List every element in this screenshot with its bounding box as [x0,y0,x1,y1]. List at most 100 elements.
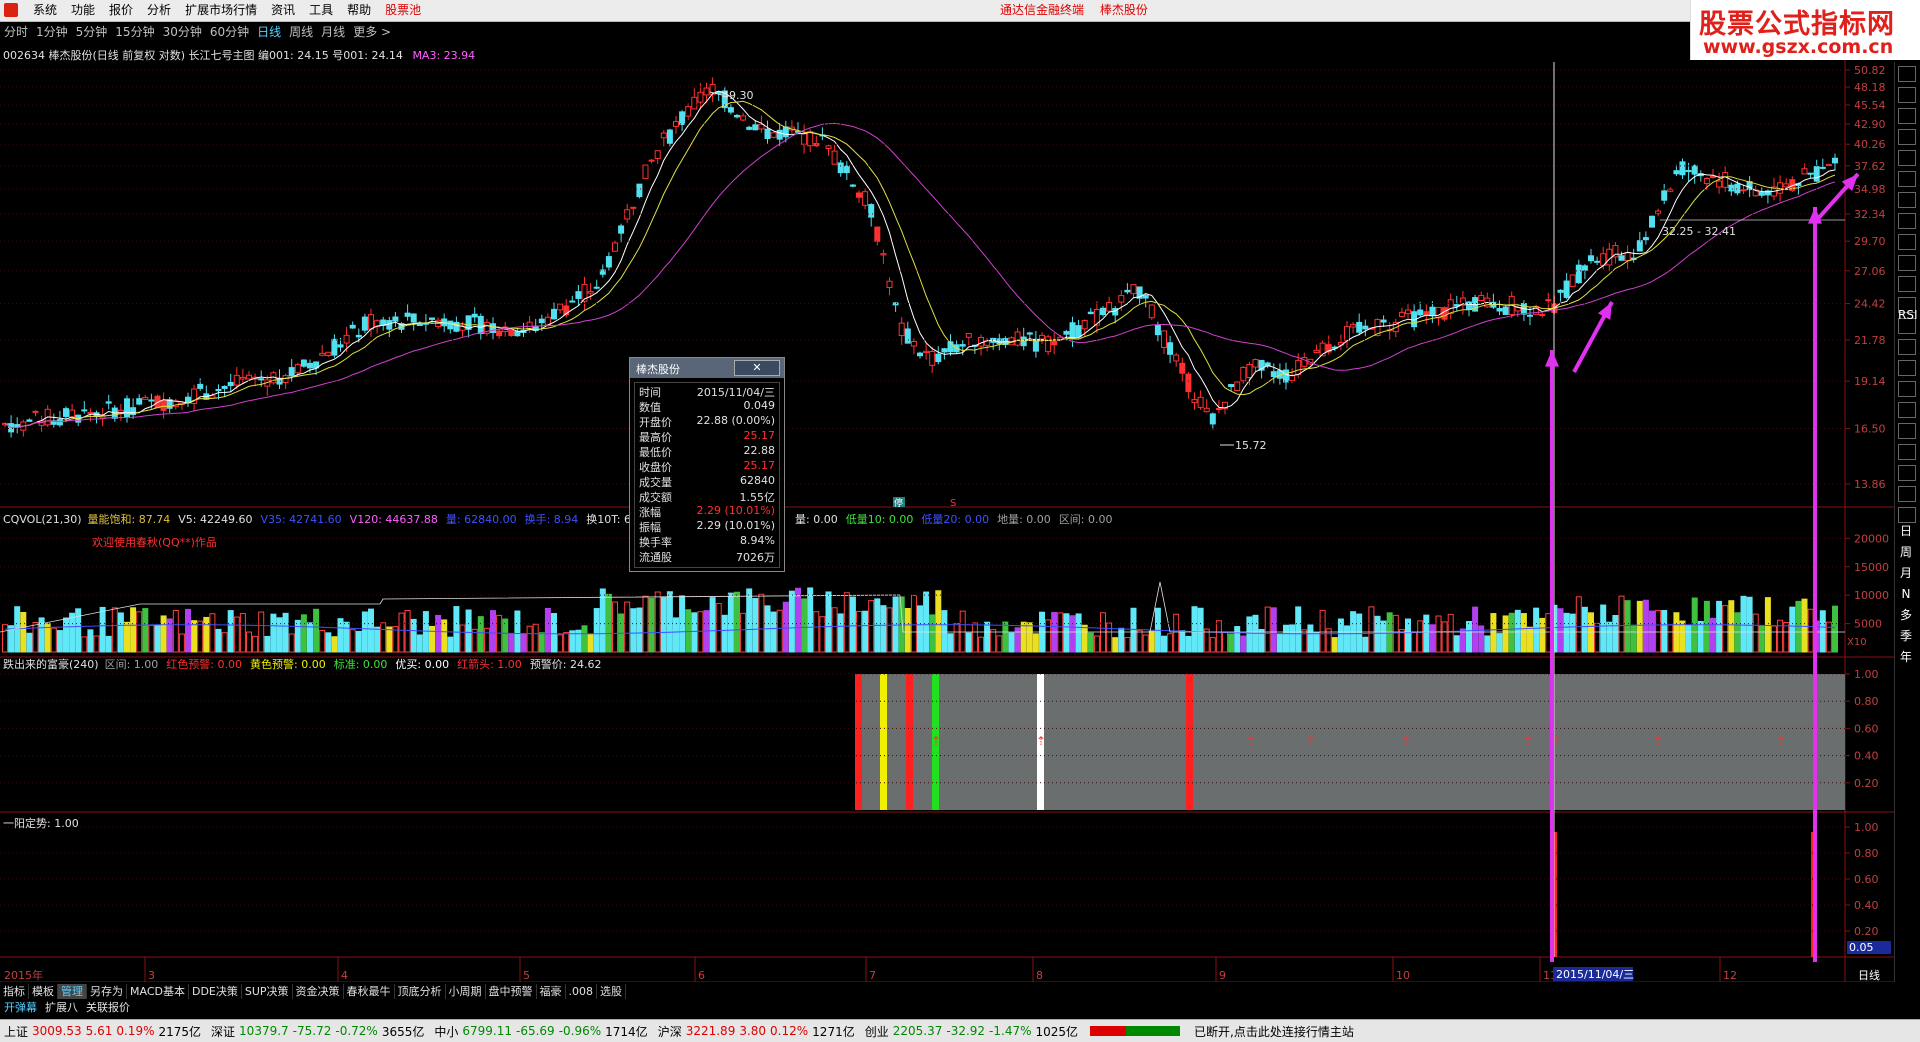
red-arrow-icon: ⇡ [1653,734,1663,748]
data-window-popup[interactable]: 棒杰股份 ✕ 时间 2015/11/04/三 数值 0.049 开盘价 22.88 (0.… [629,357,785,572]
toolbar-icon[interactable] [1898,381,1916,397]
period-tab[interactable]: 日线 [253,22,285,42]
volume-bar [1392,614,1399,653]
candle [1679,161,1686,176]
indicator-tab[interactable]: 选股 [597,984,627,999]
popup-row-label: 时间 [639,386,661,399]
indicator-tab[interactable]: MACD基本 [127,984,189,999]
extra-tab[interactable]: 开弹幕 [0,1000,41,1015]
menu-item[interactable]: 资讯 [264,0,302,21]
candle [776,129,783,140]
volume-bar [477,616,484,653]
toolbar-icon[interactable] [1898,465,1916,481]
toolbar-icon[interactable] [1898,423,1916,439]
menu-item[interactable]: 股票池 [378,0,428,21]
toolbar-label[interactable]: 多 [1898,608,1914,622]
indicator-tab[interactable]: 盘中预警 [486,984,537,999]
toolbar-icon[interactable] [1898,234,1916,250]
toolbar-icon[interactable] [1898,402,1916,418]
period-tab[interactable]: 15分钟 [111,22,158,42]
candle [874,226,881,242]
toolbar-label[interactable]: 季 [1898,629,1914,643]
toolbar-icon[interactable] [1898,150,1916,166]
toolbar-icon[interactable] [1898,213,1916,229]
toolbar-label[interactable]: 月 [1898,566,1914,580]
indicator-tab[interactable]: 福豪 [537,984,566,999]
candle [1545,299,1552,302]
volume-bar [1801,598,1808,653]
period-tab[interactable]: 分时 [0,22,32,42]
menu-item[interactable]: 系统 [26,0,64,21]
candle [1081,320,1088,330]
indicator-tab[interactable]: 小周期 [446,984,486,999]
menu-item[interactable]: 扩展市场行情 [178,0,264,21]
volume-bar [374,626,381,653]
indicator-tab[interactable]: 指标 [0,984,29,999]
volume-bar [1667,624,1674,653]
popup-header[interactable]: 棒杰股份 ✕ [630,358,784,378]
toolbar-icon[interactable] [1898,108,1916,124]
volume-bar [50,627,57,653]
toolbar-icon[interactable] [1898,87,1916,103]
candle [849,184,856,187]
candle [392,316,399,322]
toolbar-icon[interactable] [1898,276,1916,292]
volume-bar [746,588,753,653]
toolbar-icon[interactable] [1898,339,1916,355]
indicator-tab[interactable]: 模板 [29,984,58,999]
toolbar-icon[interactable] [1898,486,1916,502]
indicator-tab[interactable]: SUP决策 [242,984,293,999]
popup-row-value: 25.17 [743,429,776,442]
popup-close-button[interactable]: ✕ [734,360,780,376]
indicator-tab[interactable]: 另存为 [87,984,127,999]
toolbar-label[interactable]: 年 [1898,650,1914,664]
extra-tab[interactable]: 关联报价 [82,1000,134,1015]
indicator-tab[interactable]: 管理 [58,984,87,999]
menu-item[interactable]: 帮助 [340,0,378,21]
volume-bar [142,608,149,653]
indicator-tab[interactable]: 资金决策 [293,984,344,999]
candle [1087,311,1094,315]
annotation-arrows [1544,62,1860,962]
toolbar-label[interactable]: RSI [1898,308,1918,322]
period-tab[interactable]: 5分钟 [72,22,112,42]
indicator-tab[interactable]: 顶底分析 [395,984,446,999]
menu-item[interactable]: 工具 [302,0,340,21]
period-tab[interactable]: 1分钟 [32,22,72,42]
toolbar-icon[interactable] [1898,444,1916,460]
candle [1783,183,1790,188]
connection-notice[interactable]: 已断开,点击此处连接行情主站 [1194,1023,1354,1040]
toolbar-icon[interactable] [1898,66,1916,82]
menu-item[interactable]: 报价 [102,0,140,21]
toolbar-icon[interactable] [1898,360,1916,376]
signal-tick-label: 0.40 [1854,750,1879,763]
menu-item[interactable]: 功能 [64,0,102,21]
volume-bar [14,606,21,653]
volume-bar [1459,628,1466,653]
toolbar-label[interactable]: 日 [1898,524,1914,538]
toolbar-label[interactable]: N [1898,587,1914,601]
period-tab[interactable]: 周线 [285,22,317,42]
indicator-tab[interactable]: 春秋最牛 [344,984,395,999]
menu-item[interactable]: 分析 [140,0,178,21]
indicator-tab[interactable]: DDE决策 [189,984,242,999]
toolbar-icon[interactable] [1898,129,1916,145]
app-logo-icon [4,3,18,17]
period-tab[interactable]: 更多 > [349,22,395,42]
volume-header: CQVOL(21,30) 量能饱和: 87.74 V5: 42249.60 V35: … [3,511,639,527]
volume-bar [886,607,893,653]
red-arrow-icon: ⇡ [1036,734,1046,748]
signal-bar [906,674,913,810]
candle [404,312,411,317]
toolbar-icon[interactable] [1898,171,1916,187]
extra-tab[interactable]: 扩展八 [41,1000,82,1015]
volume-bar [831,607,838,653]
toolbar-icon[interactable] [1898,255,1916,271]
period-tab[interactable]: 60分钟 [206,22,253,42]
period-tab[interactable]: 月线 [317,22,349,42]
indicator-tab[interactable]: .008 [566,984,598,999]
toolbar-label[interactable]: 周 [1898,545,1914,559]
toolbar-icon[interactable] [1898,507,1916,523]
period-tab[interactable]: 30分钟 [159,22,206,42]
toolbar-icon[interactable] [1898,192,1916,208]
